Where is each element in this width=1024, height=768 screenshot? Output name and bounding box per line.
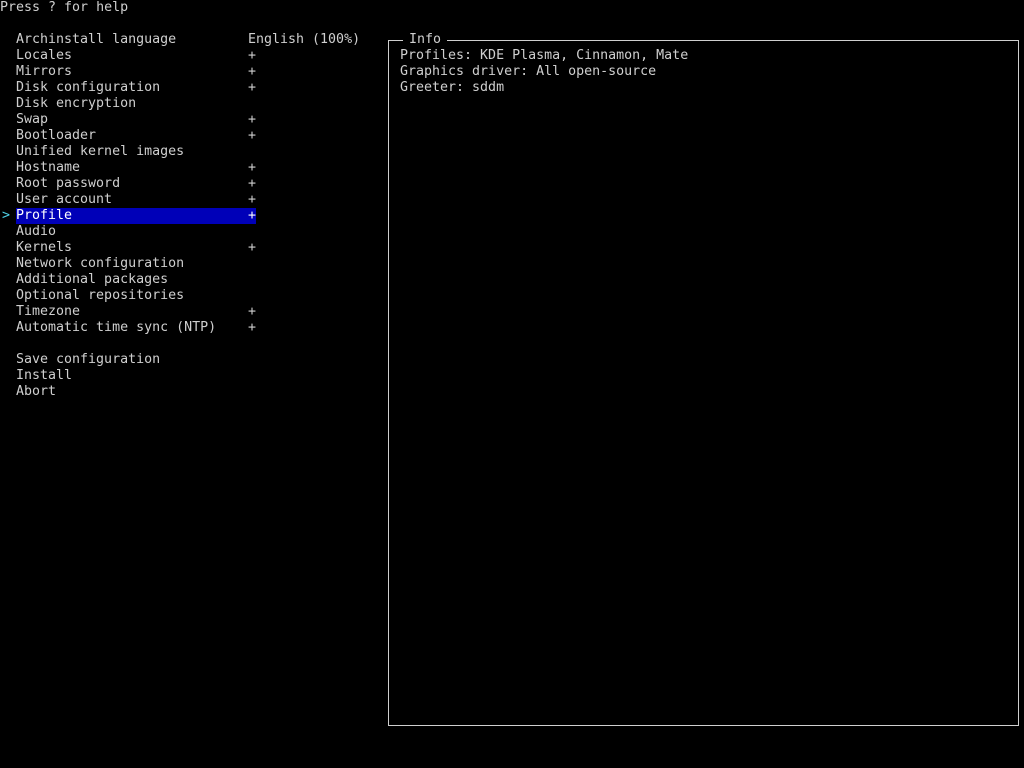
menu-item-label: Audio xyxy=(16,224,57,239)
menu-item-label: Locales xyxy=(16,48,73,63)
menu-item-label: Swap xyxy=(16,112,49,127)
info-panel: Info Profiles: KDE Plasma, Cinnamon, Mat… xyxy=(388,32,1019,726)
help-hint: Press ? for help xyxy=(0,0,129,15)
menu-item-swap[interactable]: Swap + xyxy=(16,112,256,128)
menu-item-status: + xyxy=(248,64,257,79)
menu-item-label: Bootloader xyxy=(16,128,97,143)
abort-action[interactable]: Abort xyxy=(16,384,256,400)
main-menu: Archinstall language English (100%) Loca… xyxy=(0,32,380,412)
install-action[interactable]: Install xyxy=(16,368,256,384)
menu-item-value: English (100%) xyxy=(248,32,361,47)
info-line-profiles: Profiles: KDE Plasma, Cinnamon, Mate xyxy=(400,48,689,63)
menu-item-label: Automatic time sync (NTP) xyxy=(16,320,217,335)
menu-item-status: + xyxy=(248,112,257,127)
menu-item-label: Hostname xyxy=(16,160,81,175)
menu-item-status: + xyxy=(248,240,257,255)
menu-item-hostname[interactable]: Hostname + xyxy=(16,160,256,176)
menu-item-label: Root password xyxy=(16,176,121,191)
menu-item-label: Profile xyxy=(16,208,73,223)
info-line-graphics-driver: Graphics driver: All open-source xyxy=(400,64,657,79)
menu-item-status: + xyxy=(248,304,257,319)
menu-item-label: Archinstall language xyxy=(16,32,177,47)
menu-item-status: + xyxy=(248,176,257,191)
menu-item-root-password[interactable]: Root password + xyxy=(16,176,256,192)
menu-item-timezone[interactable]: Timezone + xyxy=(16,304,256,320)
menu-item-locales[interactable]: Locales + xyxy=(16,48,256,64)
menu-item-mirrors[interactable]: Mirrors + xyxy=(16,64,256,80)
menu-item-kernels[interactable]: Kernels + xyxy=(16,240,256,256)
menu-item-bootloader[interactable]: Bootloader + xyxy=(16,128,256,144)
menu-item-label: Optional repositories xyxy=(16,288,185,303)
selection-cursor-icon: > xyxy=(2,208,11,223)
menu-item-network-configuration[interactable]: Network configuration xyxy=(16,256,256,272)
menu-item-disk-encryption[interactable]: Disk encryption xyxy=(16,96,256,112)
menu-item-status: + xyxy=(248,80,257,95)
menu-item-label: Disk configuration xyxy=(16,80,161,95)
info-panel-title: Info xyxy=(403,32,448,48)
menu-item-label: Disk encryption xyxy=(16,96,137,111)
menu-item-automatic-time-sync[interactable]: Automatic time sync (NTP) + xyxy=(16,320,256,336)
menu-item-user-account[interactable]: User account + xyxy=(16,192,256,208)
menu-item-label: Kernels xyxy=(16,240,73,255)
menu-item-additional-packages[interactable]: Additional packages xyxy=(16,272,256,288)
menu-item-label: Timezone xyxy=(16,304,81,319)
menu-item-unified-kernel-images[interactable]: Unified kernel images xyxy=(16,144,256,160)
menu-item-label: Unified kernel images xyxy=(16,144,185,159)
menu-item-optional-repositories[interactable]: Optional repositories xyxy=(16,288,256,304)
action-label: Save configuration xyxy=(16,352,161,367)
menu-item-status: + xyxy=(248,208,257,223)
menu-item-audio[interactable]: Audio xyxy=(16,224,256,240)
menu-item-status: + xyxy=(248,128,257,143)
action-label: Abort xyxy=(16,384,57,399)
info-line-greeter: Greeter: sddm xyxy=(400,80,505,95)
menu-item-label: User account xyxy=(16,192,113,207)
menu-item-archinstall-language[interactable]: Archinstall language English (100%) xyxy=(16,32,360,48)
save-configuration-action[interactable]: Save configuration xyxy=(16,352,256,368)
action-label: Install xyxy=(16,368,73,383)
menu-item-label: Mirrors xyxy=(16,64,73,79)
menu-item-status: + xyxy=(248,160,257,175)
menu-item-label: Network configuration xyxy=(16,256,185,271)
menu-item-status: + xyxy=(248,192,257,207)
menu-item-status: + xyxy=(248,320,257,335)
menu-item-label: Additional packages xyxy=(16,272,169,287)
menu-item-disk-configuration[interactable]: Disk configuration + xyxy=(16,80,256,96)
menu-item-status: + xyxy=(248,48,257,63)
menu-item-profile[interactable]: Profile + xyxy=(16,208,256,224)
